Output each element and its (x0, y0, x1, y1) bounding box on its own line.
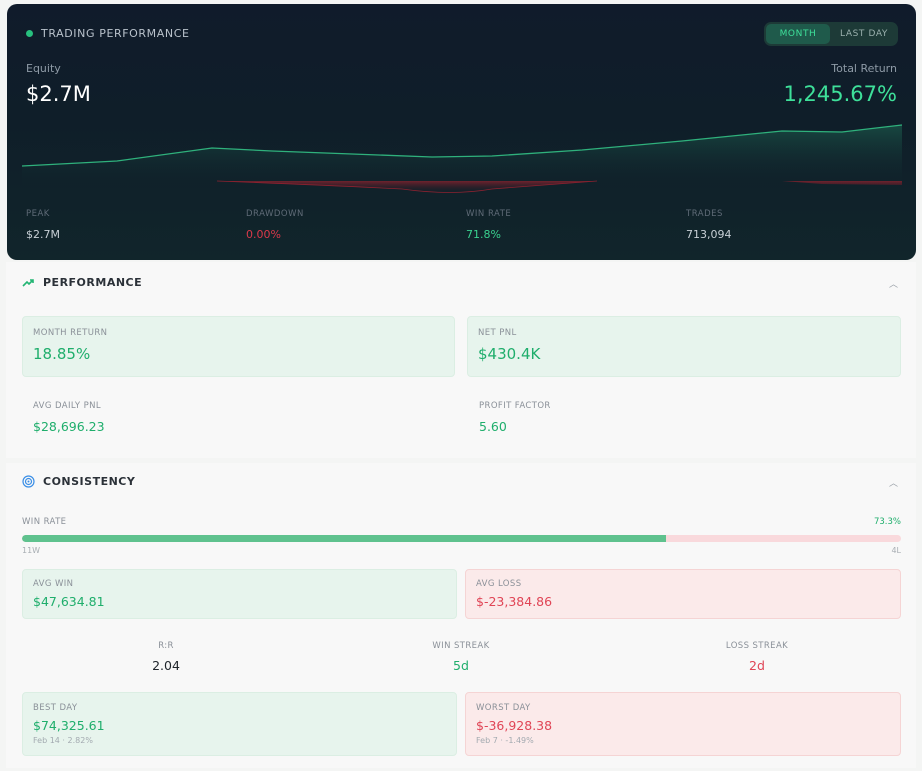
avg-loss-card: AVG LOSS $-23,384.86 (465, 569, 901, 619)
stat-label: PEAK (26, 209, 50, 219)
net-pnl-card: NET PNL $430.4K (467, 316, 901, 377)
trading-performance-card: TRADING PERFORMANCE MONTH LAST DAY Equit… (7, 4, 916, 260)
metric-label: MONTH RETURN (33, 328, 108, 338)
win-rate-fill (22, 535, 667, 542)
equity-label: Equity (26, 62, 61, 75)
stat-value: 0.00% (246, 228, 281, 241)
tab-last-day[interactable]: LAST DAY (832, 24, 896, 44)
card-title: TRADING PERFORMANCE (26, 27, 190, 40)
wins-count: 11W (22, 546, 41, 555)
metric-label: R:R (158, 641, 174, 651)
metric-value: $-23,384.86 (476, 594, 553, 609)
metric-label: NET PNL (478, 328, 517, 338)
worst-day-detail: Feb 7 · -1.49% (476, 736, 534, 745)
win-streak: WIN STREAK 5d (381, 641, 541, 673)
metric-value: $28,696.23 (33, 419, 105, 434)
total-return-value: 1,245.67% (783, 82, 897, 106)
stat-trades: TRADES 713,094 (686, 209, 906, 241)
stat-label: WIN RATE (466, 209, 512, 219)
tab-month[interactable]: MONTH (766, 24, 830, 44)
avg-win-card: AVG WIN $47,634.81 (22, 569, 457, 619)
total-return-label: Total Return (831, 62, 897, 75)
card-title-text: TRADING PERFORMANCE (41, 27, 190, 40)
losses-count: 4L (891, 546, 901, 555)
metric-value: $47,634.81 (33, 594, 105, 609)
performance-header[interactable]: PERFORMANCE (22, 276, 142, 289)
target-icon (22, 475, 35, 488)
metric-label: LOSS STREAK (725, 641, 789, 651)
metric-label: WORST DAY (476, 703, 531, 713)
metric-value: 2.04 (152, 658, 180, 673)
metric-label: WIN STREAK (432, 641, 490, 651)
trading-dashboard: TRADING PERFORMANCE MONTH LAST DAY Equit… (0, 0, 922, 771)
collapse-chevron-icon[interactable]: ︿ (889, 277, 898, 290)
metric-value: $430.4K (478, 345, 541, 363)
collapse-chevron-icon[interactable]: ︿ (889, 476, 898, 489)
stat-value: 71.8% (466, 228, 501, 241)
month-return-card: MONTH RETURN 18.85% (22, 316, 455, 377)
equity-chart (22, 124, 902, 193)
section-title: CONSISTENCY (43, 475, 136, 488)
metric-value: 18.85% (33, 345, 91, 363)
stat-drawdown: DRAWDOWN 0.00% (246, 209, 466, 241)
stat-label: DRAWDOWN (246, 209, 304, 219)
worst-day-card: WORST DAY $-36,928.38 Feb 7 · -1.49% (465, 692, 901, 756)
metric-value: $74,325.61 (33, 718, 105, 733)
metric-value: 5d (453, 658, 469, 673)
stat-win-rate: WIN RATE 71.8% (466, 209, 686, 241)
avg-daily-pnl: AVG DAILY PNL $28,696.23 (33, 401, 105, 434)
metric-label: AVG WIN (33, 579, 74, 589)
risk-reward: R:R 2.04 (86, 641, 246, 673)
loss-streak: LOSS STREAK 2d (677, 641, 837, 673)
best-day-detail: Feb 14 · 2.82% (33, 736, 93, 745)
hero-stats: PEAK $2.7M DRAWDOWN 0.00% WIN RATE 71.8%… (26, 209, 906, 241)
equity-value: $2.7M (26, 82, 91, 106)
win-rate-label: WIN RATE (22, 517, 67, 527)
profit-factor: PROFIT FACTOR 5.60 (479, 401, 551, 434)
stat-value: $2.7M (26, 228, 60, 241)
metric-value: $-36,928.38 (476, 718, 553, 733)
status-dot-icon (26, 30, 33, 37)
section-title: PERFORMANCE (43, 276, 143, 289)
metric-value: 2d (749, 658, 765, 673)
metric-value: 5.60 (479, 419, 507, 434)
win-rate-bar (22, 535, 901, 542)
stat-value: 713,094 (686, 228, 732, 241)
metric-label: AVG LOSS (476, 579, 522, 589)
consistency-header[interactable]: CONSISTENCY (22, 475, 135, 488)
metric-label: PROFIT FACTOR (479, 401, 551, 411)
stat-label: TRADES (686, 209, 723, 219)
best-day-card: BEST DAY $74,325.61 Feb 14 · 2.82% (22, 692, 457, 756)
period-toggle: MONTH LAST DAY (764, 22, 898, 46)
metric-label: BEST DAY (33, 703, 78, 713)
trend-up-icon (22, 278, 34, 287)
win-rate-value: 73.3% (873, 517, 901, 527)
metric-label: AVG DAILY PNL (33, 401, 102, 411)
stat-peak: PEAK $2.7M (26, 209, 246, 241)
